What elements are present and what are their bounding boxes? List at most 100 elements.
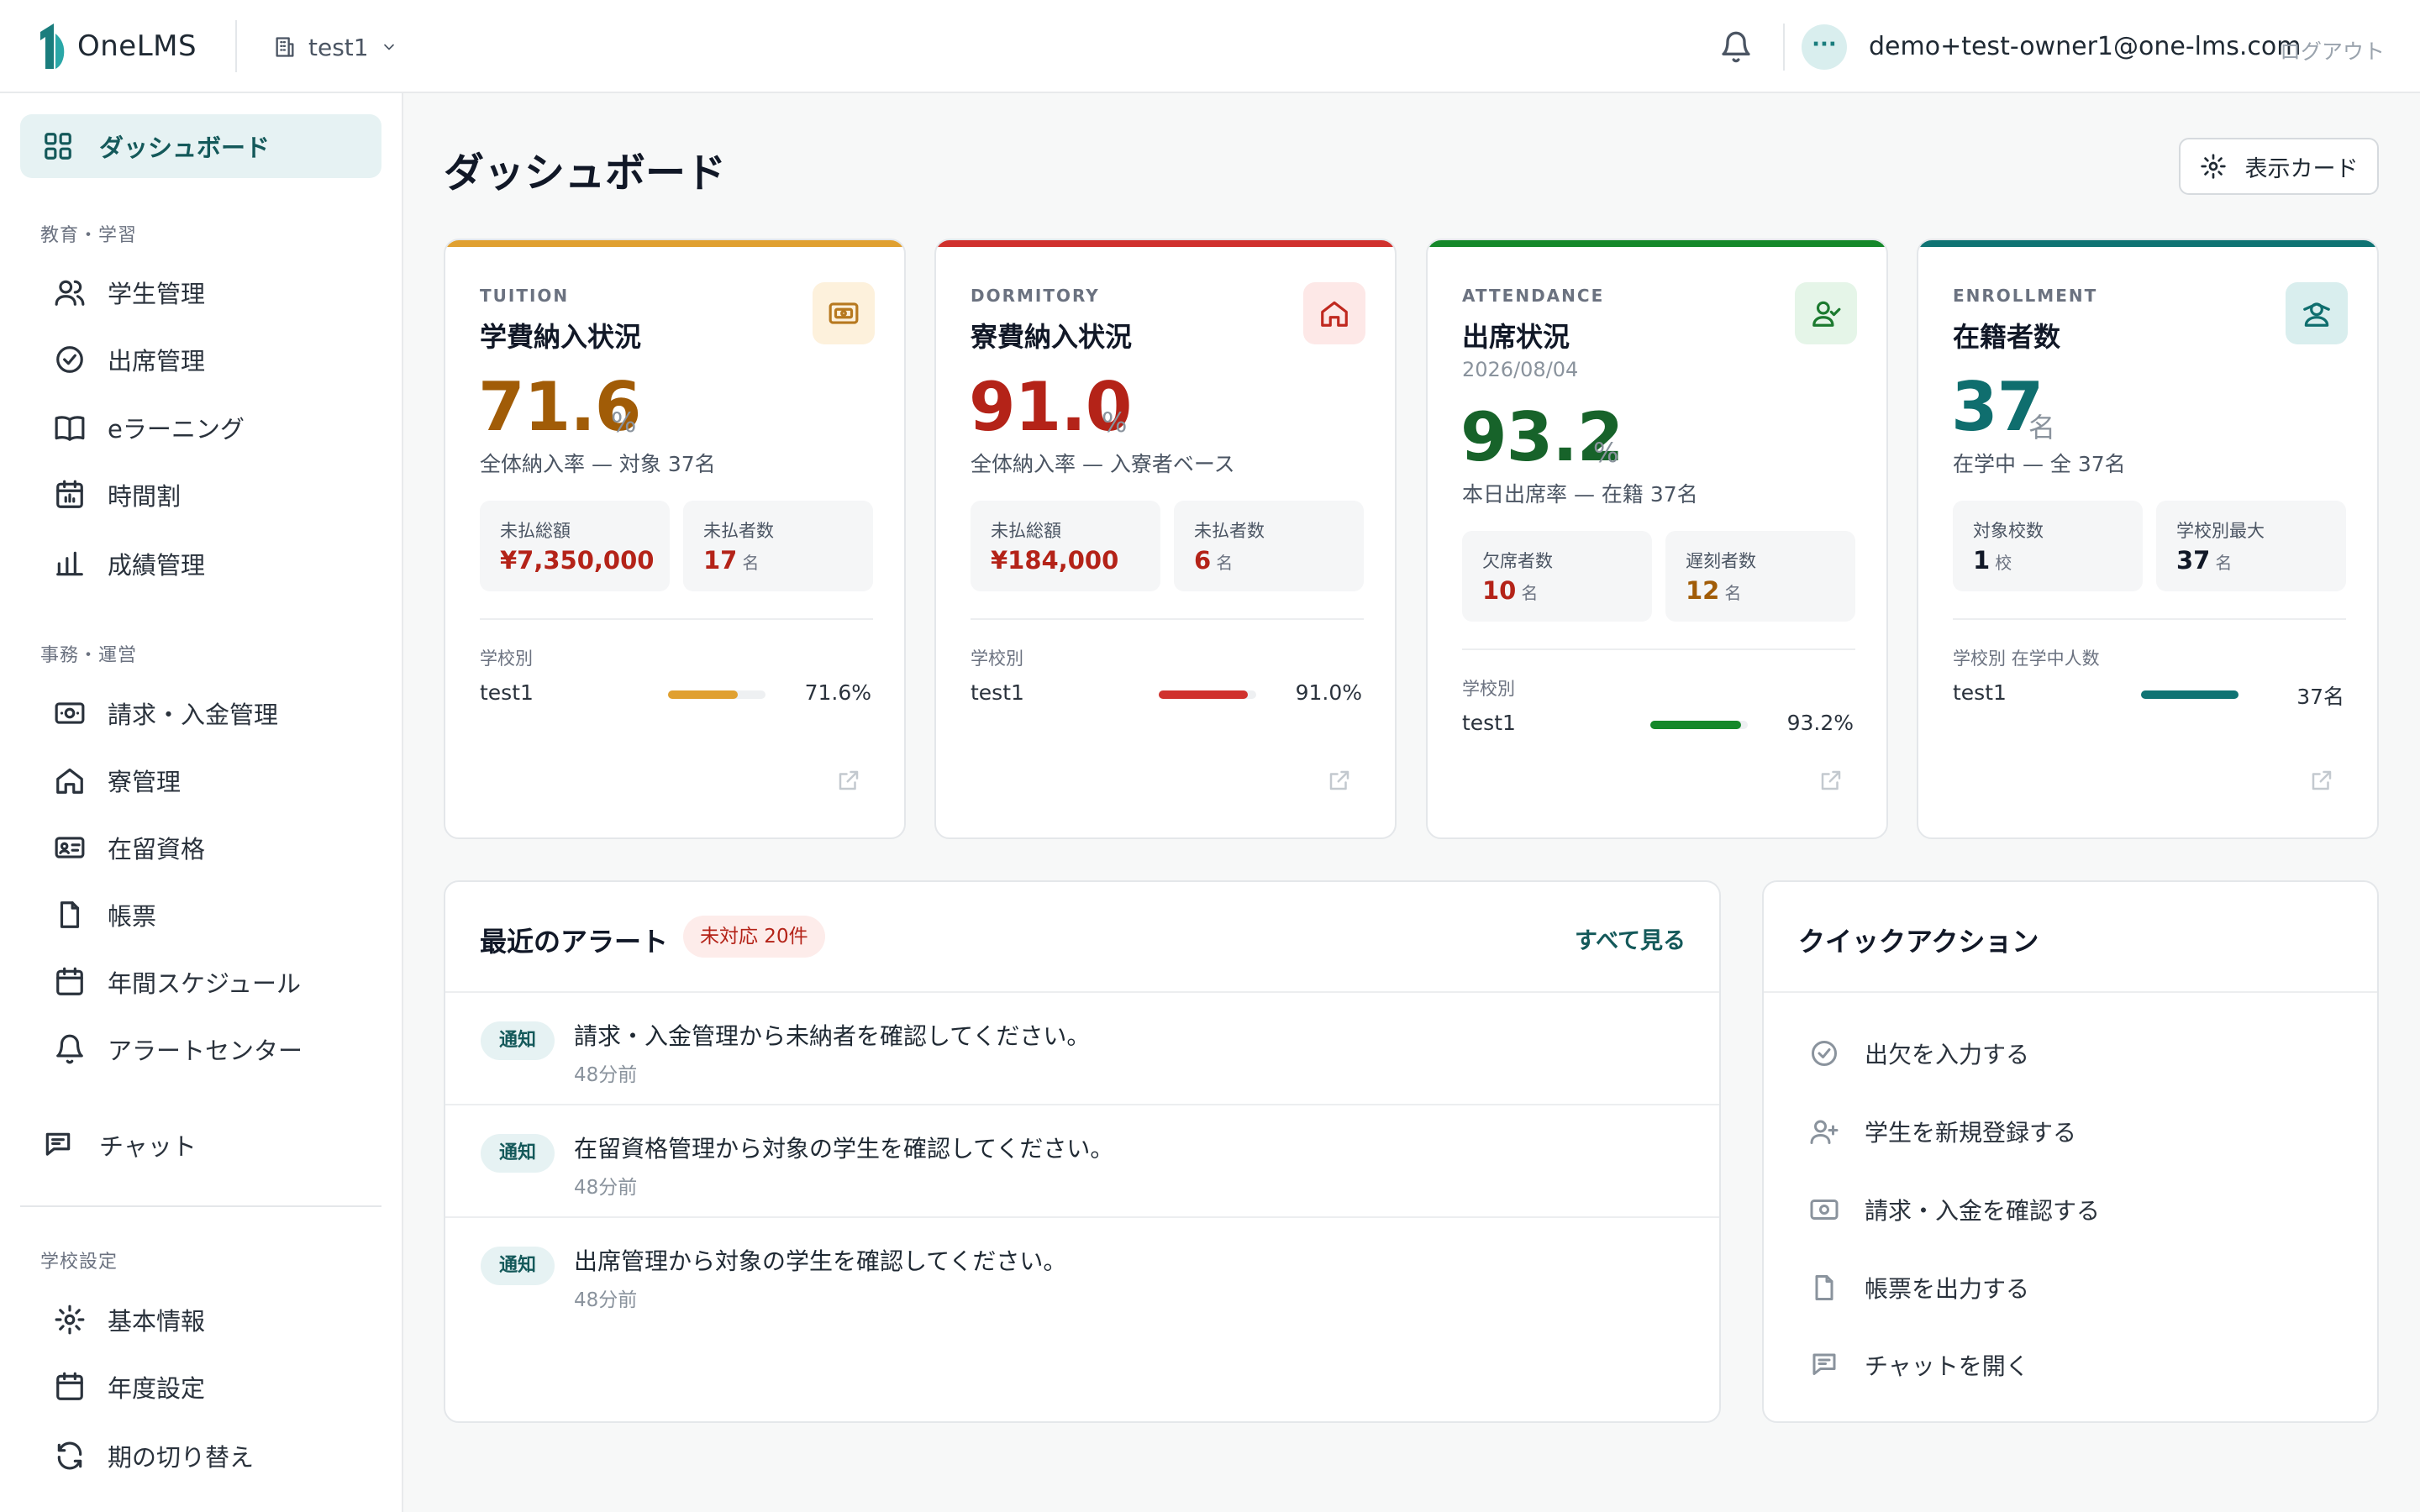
sidebar-item-attendance[interactable]: 出席管理 [20, 328, 381, 391]
recent-alerts-panel: 最近のアラート 未対応 20件 すべて見る 通知 請求・入金管理から未納者を確認… [444, 880, 1721, 1423]
sidebar-item-basic-info[interactable]: 基本情報 [20, 1288, 381, 1352]
card-icon [813, 282, 875, 344]
page-title: ダッシュボード [444, 150, 727, 197]
logo-mark-icon [40, 24, 65, 69]
sidebar-item-schedule[interactable]: 年間スケジュール [20, 950, 381, 1014]
sidebar-item-chat[interactable]: チャット [20, 1113, 381, 1177]
school-row-value: 91.0% [1295, 680, 1362, 705]
quick-action-new-student[interactable]: 学生を新規登録する [1809, 1108, 2076, 1155]
quick-action-forms[interactable]: 帳票を出力する [1809, 1264, 2029, 1311]
card-unit: % [1593, 437, 1619, 469]
external-link-icon[interactable] [1818, 768, 1844, 793]
display-cards-label: 表示カード [2244, 155, 2359, 182]
sidebar-item-term-switch[interactable]: 期の切り替え [20, 1424, 381, 1488]
sidebar-item-dashboard[interactable]: ダッシュボード [20, 114, 381, 178]
sidebar-item-label: ダッシュボード [99, 134, 271, 162]
id-card-icon [55, 837, 85, 858]
stat-value: ¥184,000 [991, 546, 1119, 575]
unpaid-total-stat: 未払総額 ¥184,000 [971, 501, 1160, 591]
unpaid-total-stat: 未払総額 ¥7,350,000 [480, 501, 670, 591]
stat-label: 学校別最大 [2176, 521, 2265, 541]
stat-label: 欠席者数 [1482, 551, 1553, 571]
sidebar-item-grades[interactable]: 成績管理 [20, 532, 381, 596]
stat-label: 未払者数 [1194, 521, 1265, 541]
bell-icon[interactable] [1719, 30, 1753, 64]
sidebar-item-forms[interactable]: 帳票 [20, 883, 381, 947]
quick-action-label: 出欠を入力する [1865, 1041, 2030, 1068]
logo[interactable]: OneLMS [39, 22, 197, 71]
sidebar-item-year-settings[interactable]: 年度設定 [20, 1355, 381, 1419]
external-link-icon[interactable] [2309, 768, 2334, 793]
stat-label: 未払総額 [991, 521, 1061, 541]
alert-text: 請求・入金管理から未納者を確認してください。 [574, 1022, 1091, 1050]
stat-value: 10 [1482, 576, 1517, 605]
gear-icon [2200, 154, 2226, 179]
sidebar-item-label: 請求・入金管理 [108, 701, 279, 729]
sidebar-item-billing[interactable]: 請求・入金管理 [20, 681, 381, 745]
card-accent-line [1428, 240, 1886, 247]
external-link-icon[interactable] [836, 768, 861, 793]
card-title: 寮費納入状況 [971, 321, 1133, 353]
quick-action-attendance[interactable]: 出欠を入力する [1809, 1030, 2029, 1077]
divider [1764, 991, 2377, 993]
user-plus-icon [1810, 1120, 1839, 1144]
alert-item[interactable]: 通知 請求・入金管理から未納者を確認してください。 48分前 [445, 993, 1719, 1105]
sidebar-item-residence[interactable]: 在留資格 [20, 816, 381, 879]
sidebar-item-label: 年間スケジュール [108, 969, 301, 998]
school-switcher[interactable]: test1 [273, 25, 397, 69]
sidebar-item-dorm[interactable]: 寮管理 [20, 748, 381, 812]
school-row-name: test1 [1953, 680, 2007, 705]
group-label: 学校別 在学中人数 [1953, 648, 2100, 669]
file-icon [60, 901, 80, 928]
card-unit: % [611, 407, 637, 438]
avatar[interactable]: ··· [1802, 24, 1847, 70]
sidebar-item-alert-center[interactable]: アラートセンター [20, 1017, 381, 1081]
banknote-icon [55, 702, 85, 724]
stat-value: 12 [1686, 576, 1720, 605]
stat-value: 17 [703, 546, 738, 575]
external-link-icon[interactable] [1327, 768, 1352, 793]
alert-item[interactable]: 通知 出席管理から対象の学生を確認してください。 48分前 [445, 1218, 1719, 1331]
chat-icon [1812, 1353, 1836, 1375]
section-label: 学校設定 [40, 1252, 118, 1273]
stat-label: 遅刻者数 [1686, 551, 1756, 571]
divider [480, 618, 873, 620]
sidebar-item-timetable[interactable]: 時間割 [20, 463, 381, 527]
user-email: demo+test-owner1@one-lms.com [1869, 32, 2302, 61]
card-subtext: 在学中 — 全 37名 [1953, 452, 2126, 476]
quick-actions-panel: クイックアクション 出欠を入力する 学生を新規登録する 請求・入金を確認する 帳… [1762, 880, 2379, 1423]
sidebar-item-label: 出席管理 [108, 347, 206, 375]
see-all-link[interactable]: すべて見る [1575, 922, 1686, 955]
sidebar-item-elearning[interactable]: eラーニング [20, 396, 381, 459]
banknote-icon [829, 302, 859, 324]
quick-action-billing[interactable]: 請求・入金を確認する [1809, 1186, 2100, 1233]
school-row-value: 93.2% [1786, 711, 1854, 735]
display-cards-button[interactable]: 表示カード [2179, 138, 2379, 195]
tuition-card: TUITION 学費納入状況 71.6 % 全体納入率 — 対象 37名 未払総… [444, 239, 906, 839]
stat-label: 未払総額 [500, 521, 571, 541]
school-row-value: 37名 [2296, 685, 2344, 709]
card-icon [2286, 282, 2348, 344]
school-row-name: test1 [971, 680, 1024, 705]
stat-label: 対象校数 [1973, 521, 2044, 541]
card-icon [1303, 282, 1365, 344]
group-label: 学校別 [971, 648, 1023, 669]
sidebar: ダッシュボード 教育・学習 学生管理 出席管理 eラーニング 時間割 成績管理 … [0, 93, 403, 1512]
stat-unit: 校 [1995, 553, 2012, 573]
progress-fill [1650, 721, 1742, 729]
stat-value: 6 [1194, 546, 1212, 575]
logout-link[interactable]: ログアウト [2280, 35, 2385, 66]
sidebar-item-label: 年度設定 [108, 1374, 206, 1403]
stat-value: ¥7,350,000 [500, 546, 655, 575]
stat-unit: 名 [1216, 553, 1234, 573]
divider [1953, 618, 2346, 620]
card-subtext: 本日出席率 — 在籍 37名 [1462, 482, 1698, 507]
alert-time: 48分前 [574, 1064, 638, 1086]
school-row-value: 71.6% [804, 680, 871, 705]
card-date: 2026/08/04 [1462, 358, 1579, 381]
stat-unit: 名 [1724, 583, 1742, 603]
quick-action-chat[interactable]: チャットを開く [1809, 1341, 2029, 1389]
sidebar-item-students[interactable]: 学生管理 [20, 260, 381, 324]
panel-title: クイックアクション [1798, 926, 2039, 958]
alert-item[interactable]: 通知 在留資格管理から対象の学生を確認してください。 48分前 [445, 1105, 1719, 1218]
